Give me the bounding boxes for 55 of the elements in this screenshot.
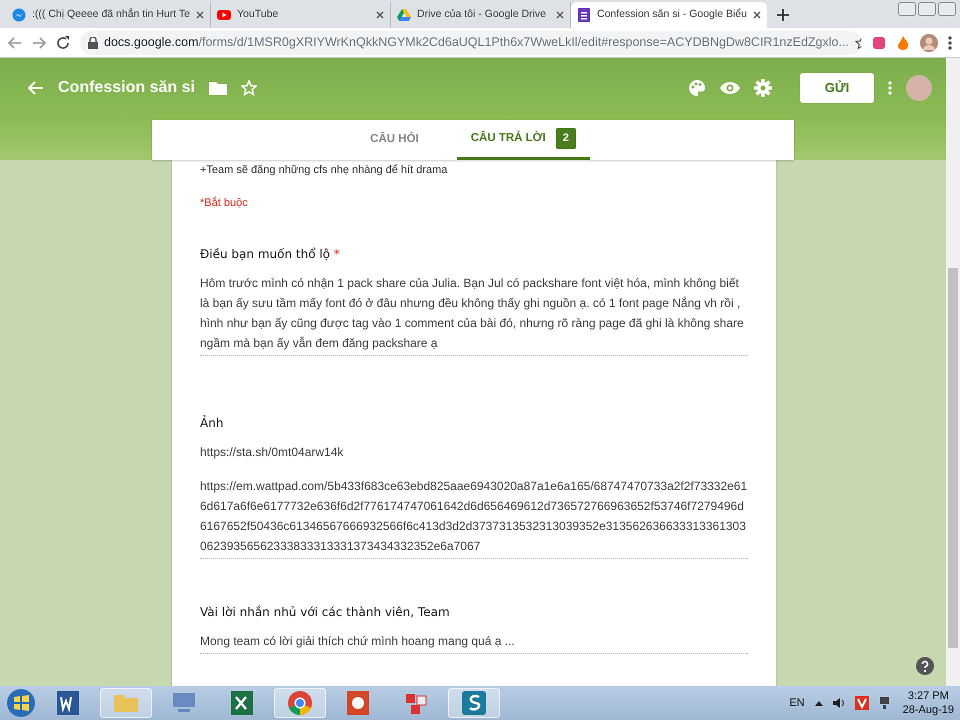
speaker-icon[interactable]: [832, 697, 845, 709]
clock-time[interactable]: 3:27 PM: [902, 689, 954, 703]
reload-icon[interactable]: [56, 36, 70, 50]
clock-date[interactable]: 28-Aug-19: [902, 703, 954, 717]
v-logo-icon[interactable]: [854, 696, 869, 710]
close-icon[interactable]: [752, 11, 761, 19]
triangle-logo-icon: [396, 8, 411, 22]
profile-avatar-icon[interactable]: [920, 34, 938, 52]
answer-text: https://em.wattpad.com/5b433f683ce63ebd825aae6943020a87a1e6a165/68747470733a2f2f73332e616d617a6f6e6177732e636f6d2f776174747061642d6d656469612d736572766963652f53746f7279496d6167652f50436c61346567666932566f6c413d3d2d3737313532313039352e31356263663331336130306239356562333833313331373434332352e6a7067: [200, 478, 748, 555]
start-button-icon[interactable]: [6, 688, 36, 718]
more-icon[interactable]: [948, 36, 952, 50]
question-title: Vài lời nhắn nhủ với các thành viên, Team: [200, 604, 451, 621]
required-note: *Bắt buộc: [200, 196, 249, 210]
forward-icon[interactable]: [32, 36, 46, 48]
restore-button[interactable]: [918, 2, 936, 16]
form-icon: [576, 8, 591, 22]
answer-text: Mong team có lời giải thích chứ mình hoang mang quá ạ ...: [200, 633, 516, 650]
answer-text: Hôm trước mình có nhận 1 pack share của Julia. Bạn Jul có packshare font việt hóa, mình không biết là bạn ấy sưu tầm mấy font đó ở đâu nhưng đều không thấy ghi nguồn ạ. có 1 font page Nắng vh rồi , hình như bạn ấy cũng được tag vào 1 comment của bài đó, nhưng rõ ràng page đã ghi là không share ngầm mà bạn ấy vẫn đem đăng packshare ạ: [200, 275, 745, 352]
send-button[interactable]: GỬI: [800, 73, 874, 103]
up-arrow-icon[interactable]: [814, 700, 823, 706]
close-icon[interactable]: [556, 11, 564, 19]
lock-icon: [88, 36, 98, 48]
close-icon[interactable]: [196, 11, 204, 19]
browser-tab[interactable]: Confession săn si - Google Biểu: [570, 2, 767, 28]
play-icon: [216, 8, 231, 22]
back-arrow-icon[interactable]: [28, 81, 44, 95]
form-description: +Team sẽ đăng những cfs nhẹ nhàng để hít drama: [200, 163, 448, 178]
taskbar-button[interactable]: [448, 688, 500, 718]
close-icon[interactable]: [376, 11, 384, 19]
chrome-icon: [285, 688, 315, 718]
settings-icon[interactable]: [754, 79, 772, 97]
question-title: Ảnh: [200, 414, 224, 432]
back-icon[interactable]: [8, 36, 22, 48]
scrollbar-thumb[interactable]: [948, 268, 958, 648]
new-tab-icon[interactable]: [776, 9, 789, 21]
extension-icon[interactable]: [872, 36, 886, 50]
taskbar-button[interactable]: [274, 688, 326, 718]
browser-tab[interactable]: :((( Chị Qeeee đã nhắn tin Hurt Te: [6, 2, 211, 28]
chat-bubble-icon: [12, 8, 26, 22]
minimize-button[interactable]: [898, 2, 916, 16]
address-field[interactable]: docs.google.com/forms/d/1MSR0gXRIYWrKnQkkNGYMk2Cd6aUQL1Pth6x7WweLkIl/edit#response=ACYDBNgDw8CIR1nzEdZgxlo...: [80, 30, 862, 54]
form-title: Confession săn si: [58, 78, 195, 98]
star-outline-icon[interactable]: [240, 80, 257, 96]
browser-tab[interactable]: YouTube: [210, 2, 391, 28]
eye-icon[interactable]: [720, 81, 740, 95]
help-icon[interactable]: [916, 656, 934, 675]
answer-text: https://sta.sh/0mt04arw14k: [200, 444, 344, 461]
palette-icon[interactable]: [688, 79, 706, 97]
question-title: Điều bạn muốn thổ lộ *: [200, 246, 341, 263]
form-tab[interactable]: CÂU HỎI: [356, 120, 433, 160]
language-indicator[interactable]: EN: [789, 694, 805, 712]
close-window-button[interactable]: [938, 2, 956, 16]
response-count: 2: [556, 128, 576, 149]
s-letter-app-icon: [459, 688, 489, 718]
browser-tab[interactable]: Drive của tôi - Google Drive: [390, 2, 571, 28]
